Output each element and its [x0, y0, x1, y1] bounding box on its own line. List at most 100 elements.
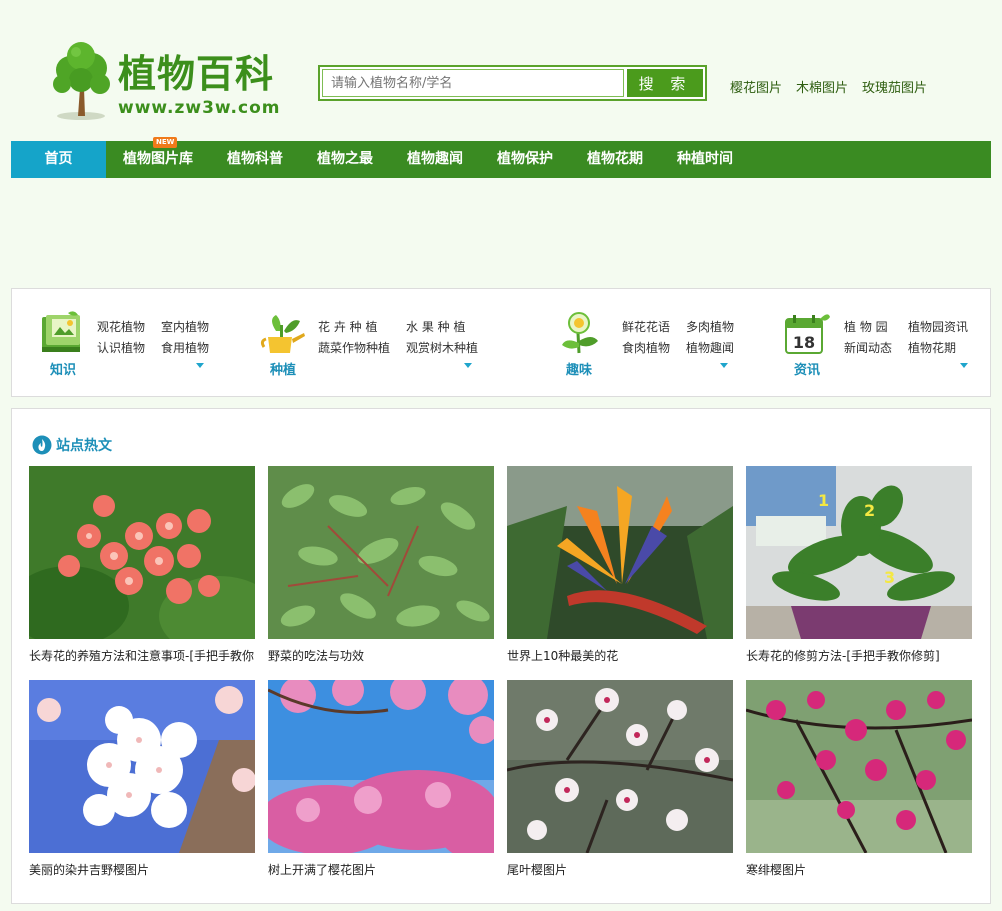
article-caption[interactable]: 世界上10种最美的花 [507, 648, 733, 664]
article-card[interactable]: 野菜的吃法与功效 [268, 466, 494, 680]
bird-of-paradise-photo [507, 466, 733, 639]
article-card[interactable]: 美丽的染井吉野樱图片 [29, 680, 255, 894]
category-fun: 趣味 鲜花花语 多肉植物 食肉植物 植物趣闻 [552, 289, 772, 396]
hot-link-kapok[interactable]: 木棉图片 [796, 77, 848, 96]
category-link[interactable]: 蔬菜作物种植 [318, 340, 390, 356]
logo-url: www.zw3w.com [118, 98, 281, 118]
section-title-text: 站点热文 [56, 438, 112, 454]
nav-label: 种植时间 [677, 151, 733, 167]
photo-label: 2 [864, 501, 875, 520]
article-thumbnail[interactable] [268, 466, 494, 639]
purslane-photo [268, 466, 494, 639]
chevron-down-icon[interactable] [720, 363, 728, 368]
chevron-down-icon[interactable] [464, 363, 472, 368]
header: 植物百科 www.zw3w.com 搜 索 樱花图片 木棉图片 玫瑰茄图片 [0, 0, 1002, 140]
article-caption[interactable]: 美丽的染井吉野樱图片 [29, 862, 255, 878]
category-link[interactable]: 观赏树木种植 [406, 340, 478, 356]
nav-flowering[interactable]: 植物花期 [570, 141, 660, 178]
category-link[interactable]: 鲜花花语 [622, 319, 670, 335]
chevron-down-icon[interactable] [960, 363, 968, 368]
cherry-tree-photo [268, 680, 494, 853]
hot-search-links: 樱花图片 木棉图片 玫瑰茄图片 [730, 77, 927, 96]
article-card[interactable]: 世界上10种最美的花 [507, 466, 733, 680]
nav-plant-records[interactable]: 植物之最 [300, 141, 390, 178]
article-thumbnail[interactable] [29, 466, 255, 639]
potted-plant-photo: 1 2 3 [746, 466, 972, 639]
nav-label: 植物保护 [497, 151, 553, 167]
new-badge: NEW [153, 137, 178, 148]
watering-can-icon [260, 315, 305, 353]
article-thumbnail[interactable] [507, 466, 733, 639]
article-caption[interactable]: 尾叶樱图片 [507, 862, 733, 878]
article-thumbnail[interactable] [507, 680, 733, 853]
category-link[interactable]: 植物花期 [908, 340, 968, 356]
site-logo[interactable]: 植物百科 www.zw3w.com [50, 40, 290, 122]
category-link[interactable]: 多肉植物 [686, 319, 734, 335]
nav-label: 植物之最 [317, 151, 373, 167]
flower-icon [562, 312, 598, 354]
taiwan-cherry-photo [746, 680, 972, 853]
search-button[interactable]: 搜 索 [627, 69, 703, 97]
nav-label: 植物科普 [227, 151, 283, 167]
category-knowledge: 知识 观花植物 室内植物 认识植物 食用植物 [36, 289, 256, 396]
hot-link-sakura[interactable]: 樱花图片 [730, 77, 782, 96]
tree-logo-icon [53, 42, 110, 120]
photo-label: 1 [818, 491, 829, 510]
article-thumbnail[interactable] [268, 680, 494, 853]
article-card[interactable]: 树上开满了樱花图片 [268, 680, 494, 894]
article-caption[interactable]: 寒绯樱图片 [746, 862, 972, 878]
flame-icon [32, 435, 52, 455]
category-link[interactable]: 植物园资讯 [908, 319, 968, 335]
sakura-yoshino-photo [29, 680, 255, 853]
section-title: 站点热文 [32, 434, 112, 456]
nav-label: 植物花期 [587, 151, 643, 167]
article-caption[interactable]: 长寿花的养殖方法和注意事项-[手把手教你 [29, 648, 255, 664]
logo-title: 植物百科 [118, 52, 275, 96]
article-caption[interactable]: 树上开满了樱花图片 [268, 862, 494, 878]
article-thumbnail[interactable] [29, 680, 255, 853]
category-link[interactable]: 植物趣闻 [686, 340, 734, 356]
nav-plant-protection[interactable]: 植物保护 [480, 141, 570, 178]
article-thumbnail[interactable]: 1 2 3 [746, 466, 972, 639]
calendar-icon: 18 [785, 314, 830, 354]
article-card[interactable]: 1 2 3 长寿花的修剪方法-[手把手教你修剪] [746, 466, 972, 680]
hot-articles-section: 站点热文 长寿花的养殖方法和注意事项-[手把手教你 野菜的吃法与功效 世界上10… [11, 408, 991, 904]
category-link[interactable]: 新闻动态 [844, 340, 892, 356]
nav-plant-fun[interactable]: 植物趣闻 [390, 141, 480, 178]
category-link[interactable]: 食用植物 [161, 340, 209, 356]
category-link[interactable]: 认识植物 [97, 340, 145, 356]
category-link[interactable]: 食肉植物 [622, 340, 670, 356]
category-link[interactable]: 花 卉 种 植 [318, 319, 390, 335]
hot-link-roselle[interactable]: 玫瑰茄图片 [862, 77, 927, 96]
article-grid: 长寿花的养殖方法和注意事项-[手把手教你 野菜的吃法与功效 世界上10种最美的花… [29, 466, 975, 894]
category-links: 观花植物 室内植物 认识植物 食用植物 [97, 319, 209, 356]
category-links: 花 卉 种 植 水 果 种 植 蔬菜作物种植 观赏树木种植 [318, 319, 478, 356]
nav-plant-science[interactable]: 植物科普 [210, 141, 300, 178]
article-caption[interactable]: 长寿花的修剪方法-[手把手教你修剪] [746, 648, 972, 664]
category-planting: 种植 花 卉 种 植 水 果 种 植 蔬菜作物种植 观赏树木种植 [256, 289, 496, 396]
category-link[interactable]: 水 果 种 植 [406, 319, 478, 335]
category-links: 鲜花花语 多肉植物 食肉植物 植物趣闻 [622, 319, 734, 356]
category-link[interactable]: 植 物 园 [844, 319, 892, 335]
category-links: 植 物 园 植物园资讯 新闻动态 植物花期 [844, 319, 968, 356]
main-nav: 首页 植物图片库 NEW 植物科普 植物之最 植物趣闻 植物保护 植物花期 种植… [11, 137, 991, 178]
chevron-down-icon[interactable] [196, 363, 204, 368]
category-link[interactable]: 观花植物 [97, 319, 145, 335]
category-link[interactable]: 室内植物 [161, 319, 209, 335]
photo-label: 3 [884, 568, 895, 587]
calendar-day: 18 [793, 333, 815, 352]
article-thumbnail[interactable] [746, 680, 972, 853]
article-card[interactable]: 寒绯樱图片 [746, 680, 972, 894]
nav-home[interactable]: 首页 [11, 141, 106, 178]
article-card[interactable]: 长寿花的养殖方法和注意事项-[手把手教你 [29, 466, 255, 680]
category-news: 18 资讯 植 物 园 植物园资讯 新闻动态 植物花期 [780, 289, 990, 396]
nav-planting-time[interactable]: 种植时间 [660, 141, 750, 178]
article-caption[interactable]: 野菜的吃法与功效 [268, 648, 494, 664]
category-panel: 知识 观花植物 室内植物 认识植物 食用植物 种植 花 卉 种 植 水 果 种 … [11, 288, 991, 397]
nav-plant-gallery[interactable]: 植物图片库 NEW [106, 137, 210, 178]
kalanchoe-photo [29, 466, 255, 639]
nav-label: 首页 [44, 151, 73, 167]
search-input[interactable] [322, 69, 624, 97]
article-card[interactable]: 尾叶樱图片 [507, 680, 733, 894]
category-label: 知识 [49, 363, 76, 378]
